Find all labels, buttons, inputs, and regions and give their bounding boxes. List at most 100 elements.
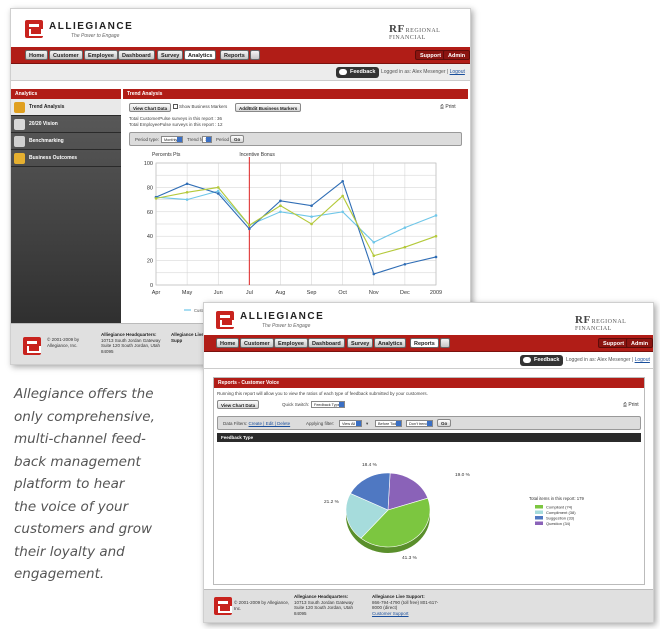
sidebar-item-2020-vision[interactable]: 20/20 Vision xyxy=(11,116,121,133)
nav-admin[interactable]: Admin xyxy=(443,50,470,60)
pie-percent-label: 21.2 % xyxy=(324,499,340,505)
marketing-caption: Allegiance offers the only comprehensive… xyxy=(14,383,184,586)
nav-dashboard[interactable]: Dashboard xyxy=(118,50,155,60)
app-header: ALLIEGIANCE The Power to Engage RFREGION… xyxy=(11,9,470,47)
business-marker-label: Incentive Bonus xyxy=(239,152,275,158)
footer-copyright: © 2001-2009 by Allegiance, Inc. xyxy=(234,600,290,611)
before-today-select[interactable]: Before Today xyxy=(375,420,402,427)
go-button[interactable]: Go xyxy=(230,135,245,143)
nav-support[interactable]: Support xyxy=(598,338,630,348)
sidebar-item-label: Benchmarking xyxy=(29,138,64,144)
partner-initials: RF xyxy=(389,23,405,35)
feedback-button[interactable]: Feedback xyxy=(336,67,380,78)
data-point xyxy=(341,194,344,198)
footer-support-lines: 866-794-4790 (toll free) 801-617-8000 (d… xyxy=(372,599,439,611)
nav-reports[interactable]: Reports xyxy=(410,338,439,348)
nav-customer[interactable]: Customer xyxy=(49,50,83,60)
feedback-button[interactable]: Feedback xyxy=(520,355,564,366)
data-point xyxy=(185,190,189,194)
nav-survey[interactable]: Survey xyxy=(347,338,374,348)
go-button[interactable]: Go xyxy=(437,419,452,427)
filter-links[interactable]: Create | Edit | Delete xyxy=(249,421,291,426)
print-label: Print xyxy=(628,402,639,408)
nav-support[interactable]: Support xyxy=(415,50,447,60)
customer-survey-count: Total CustomerPulse surveys in this repo… xyxy=(129,116,223,121)
show-markers-label: Show Business Markers xyxy=(179,104,228,109)
data-point xyxy=(216,186,220,189)
data-point xyxy=(434,234,438,238)
data-point xyxy=(372,272,376,276)
nav-survey[interactable]: Survey xyxy=(157,50,184,60)
feedback-pie-chart: 41.3 % 21.2 % 18.4 % 19.0 % Total items in t… xyxy=(324,462,585,561)
speech-bubble-icon xyxy=(523,357,531,363)
sidebar-item-trend-analysis[interactable]: Trend Analysis xyxy=(11,99,121,116)
nav-reports[interactable]: Reports xyxy=(220,50,249,60)
x-tick-label: Sep xyxy=(307,290,317,296)
nav-home[interactable]: Home xyxy=(216,338,240,348)
allegiance-logo-icon xyxy=(25,20,43,38)
brand-name: ALLIEGIANCE xyxy=(240,311,325,322)
data-point xyxy=(403,226,407,229)
sidebar-item-benchmarking[interactable]: Benchmarking xyxy=(11,133,121,150)
filter-select[interactable]: View All xyxy=(339,420,362,427)
checkbox-icon xyxy=(173,104,178,110)
sidebar-item-business-outcomes[interactable]: Business Outcomes xyxy=(11,150,121,167)
x-tick-label: Oct xyxy=(338,290,347,296)
caption-line: engagement. xyxy=(14,566,105,582)
user-bar: Feedback Logged in as: Alex Mesenger | L… xyxy=(204,352,653,369)
y-tick-label: 60 xyxy=(147,210,153,216)
data-point xyxy=(310,215,313,218)
nav-dashboard[interactable]: Dashboard xyxy=(308,338,345,348)
outcomes-icon xyxy=(14,153,25,164)
print-link[interactable]: ⎙ Print xyxy=(440,104,456,110)
nav-customer[interactable]: Customer xyxy=(240,338,274,348)
view-chart-data-button[interactable]: View Chart Data xyxy=(129,103,172,112)
data-point xyxy=(310,222,313,226)
print-nav-icon[interactable] xyxy=(250,50,260,60)
period-type-select[interactable]: Monthly xyxy=(161,136,183,143)
x-tick-label: Jul xyxy=(246,290,253,296)
brand-name: ALLIEGIANCE xyxy=(49,21,134,32)
customer-support-link[interactable]: Customer Support xyxy=(372,611,409,616)
show-markers-checkbox[interactable]: Show Business Markers xyxy=(173,104,228,110)
feedback-label: Feedback xyxy=(534,357,560,363)
logged-in-info: Logged in as: Alex Mesenger | Logout xyxy=(566,357,650,363)
data-filter-bar: Data Filters: Create | Edit | Delete App… xyxy=(217,416,641,430)
footer-hq-title: Alliegiance Headquarters: xyxy=(101,332,157,337)
pie-legend-label: Compliant (74) xyxy=(546,504,573,509)
report-description: Running this report will allow you to vi… xyxy=(217,391,428,396)
trend-select[interactable]: Don't trend xyxy=(406,420,433,427)
pie-legend-title: Total items in this report: 179 xyxy=(529,496,585,501)
nav-employee[interactable]: Employee xyxy=(274,338,308,348)
applying-filter-label: Applying filter: xyxy=(306,421,335,426)
nav-admin[interactable]: Admin xyxy=(626,338,653,348)
benchmark-icon xyxy=(14,136,25,147)
nav-home[interactable]: Home xyxy=(25,50,49,60)
data-point xyxy=(434,255,438,259)
print-link[interactable]: ⎙ Print xyxy=(623,402,639,408)
analytics-sidebar: Analytics Trend Analysis 20/20 Vision Be… xyxy=(11,89,121,325)
pie-legend-label: Suggestion (33) xyxy=(546,515,575,520)
add-markers-button[interactable]: Add/Edit Business Markers xyxy=(235,103,302,112)
print-nav-icon[interactable] xyxy=(440,338,450,348)
y-tick-label: 40 xyxy=(147,234,153,240)
logout-link[interactable]: Logout xyxy=(450,69,465,75)
y-tick-label: 20 xyxy=(147,259,153,265)
app-header: ALLIEGIANCE The Power to Engage RFREGION… xyxy=(204,303,653,335)
nav-employee[interactable]: Employee xyxy=(84,50,118,60)
data-point xyxy=(372,241,376,244)
x-tick-label: Aug xyxy=(276,290,286,296)
sidebar-item-label: Business Outcomes xyxy=(29,155,78,161)
pie-percent-label: 18.4 % xyxy=(362,462,378,468)
quick-switch-select[interactable]: Feedback Type xyxy=(311,401,345,408)
period-label: Period xyxy=(216,137,230,142)
data-point xyxy=(403,262,407,266)
nav-analytics[interactable]: Analytics xyxy=(184,50,217,60)
customer-voice-screenshot: ALLIEGIANCE The Power to Engage RFREGION… xyxy=(203,302,654,623)
x-tick-label: Apr xyxy=(152,290,161,296)
view-chart-data-button[interactable]: View Chart Data xyxy=(217,400,260,409)
nav-analytics[interactable]: Analytics xyxy=(374,338,407,348)
trend-count-input[interactable]: 12 xyxy=(202,136,212,143)
logout-link[interactable]: Logout xyxy=(635,357,650,363)
speech-bubble-icon xyxy=(339,69,347,75)
